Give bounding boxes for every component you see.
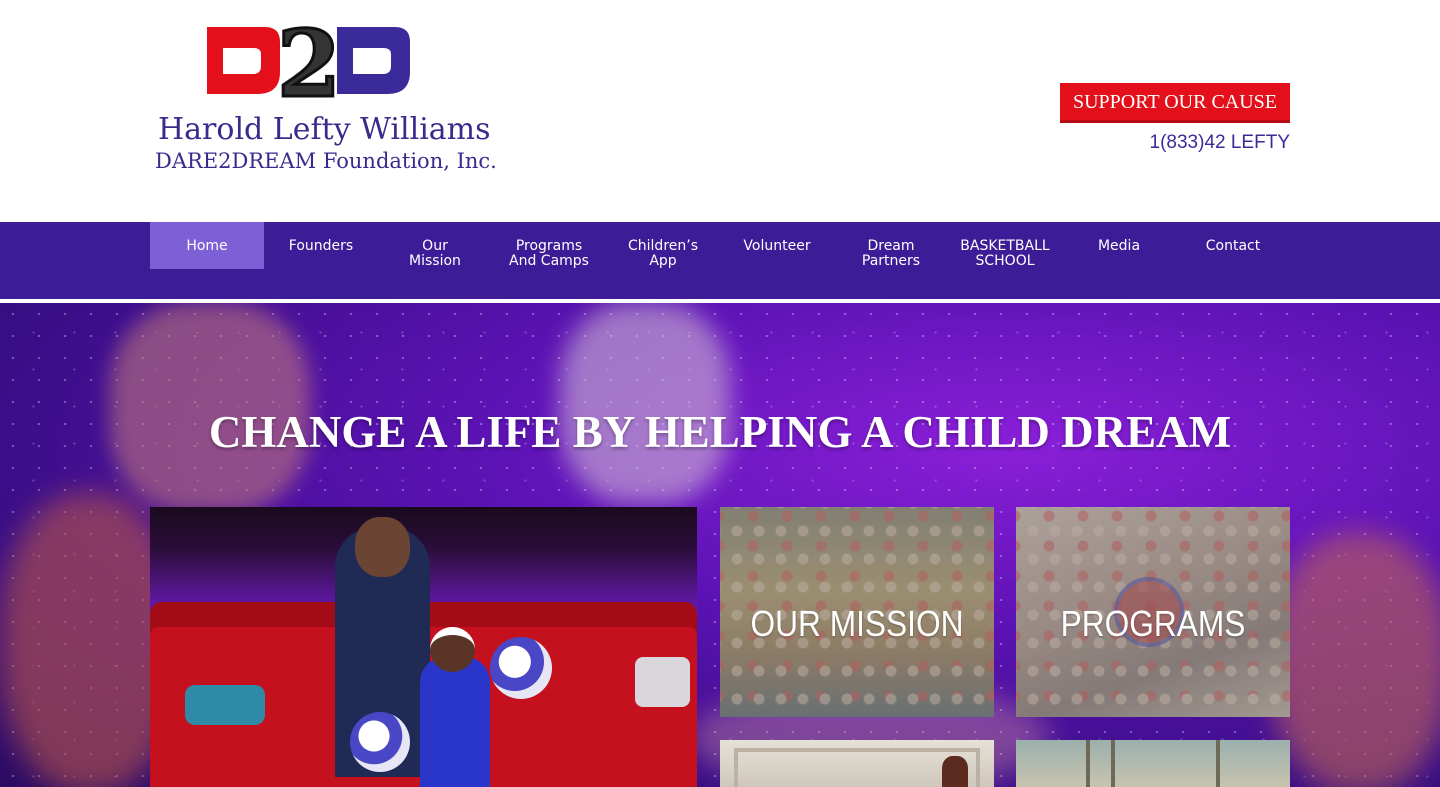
tile-label: OUR MISSION <box>750 603 964 644</box>
nav-item-home[interactable]: Home <box>150 222 264 269</box>
photo-tree <box>1111 740 1115 787</box>
photo-tree <box>1086 740 1090 787</box>
photo-person-head <box>355 517 410 577</box>
tile-photo-lower-right[interactable] <box>1016 740 1290 787</box>
site-header: 2 2 Harold Lefty Williams DARE2DREAM Fou… <box>0 0 1440 222</box>
nav-item-volunteer[interactable]: Volunteer <box>720 222 834 299</box>
svg-text:2: 2 <box>277 12 341 107</box>
basketball-icon <box>490 637 552 699</box>
nav-item-contact[interactable]: Contact <box>1176 222 1290 299</box>
nav-item-label: Our Mission <box>409 238 461 269</box>
tile-photo-lower-left[interactable] <box>720 740 994 787</box>
site-logo[interactable]: 2 2 Harold Lefty Williams DARE2DREAM Fou… <box>150 12 497 182</box>
hero-background-figure <box>1270 533 1440 787</box>
nav-item-media[interactable]: Media <box>1062 222 1176 299</box>
photo-child-head <box>430 627 475 672</box>
nav-item-founders[interactable]: Founders <box>264 222 378 299</box>
tile-label: PROGRAMS <box>1060 603 1246 644</box>
nav-item-basketball-school[interactable]: BASKETBALL SCHOOL <box>948 222 1062 299</box>
nav-list: Home Founders Our Mission Programs And C… <box>150 222 1290 299</box>
nav-item-label: Children’s App <box>628 238 698 269</box>
nav-item-programs-and-camps[interactable]: Programs And Camps <box>492 222 606 299</box>
photo-tree <box>1216 740 1220 787</box>
hero-title: CHANGE A LIFE BY HELPING A CHILD DREAM <box>208 407 1232 457</box>
photo-pillow <box>635 657 690 707</box>
featured-photo[interactable] <box>150 507 697 787</box>
d2d-logo-mark-icon: 2 2 <box>207 12 410 107</box>
support-our-cause-button[interactable]: SUPPORT OUR CAUSE <box>1060 83 1290 123</box>
nav-item-our-mission[interactable]: Our Mission <box>378 222 492 299</box>
photo-pillow <box>185 685 265 725</box>
tile-programs[interactable]: PROGRAMS <box>1016 507 1290 717</box>
hero-background-figure <box>560 303 730 503</box>
main-nav: Home Founders Our Mission Programs And C… <box>0 222 1440 299</box>
nav-item-childrens-app[interactable]: Children’s App <box>606 222 720 299</box>
logo-foundation: DARE2DREAM Foundation, Inc. <box>155 149 497 173</box>
photo-child <box>420 657 490 787</box>
tile-our-mission[interactable]: OUR MISSION <box>720 507 994 717</box>
nav-item-label: Programs And Camps <box>509 238 589 269</box>
photo-person <box>942 756 968 787</box>
nav-item-label: BASKETBALL SCHOOL <box>960 238 1050 269</box>
logo-name: Harold Lefty Williams <box>158 112 491 147</box>
nav-item-dream-partners[interactable]: Dream Partners <box>834 222 948 299</box>
hero-section: CHANGE A LIFE BY HELPING A CHILD DREAM O… <box>0 303 1440 787</box>
nav-item-label: Dream Partners <box>861 238 921 269</box>
basketball-icon <box>350 712 410 772</box>
phone-number[interactable]: 1(833)42 LEFTY <box>1150 132 1290 154</box>
